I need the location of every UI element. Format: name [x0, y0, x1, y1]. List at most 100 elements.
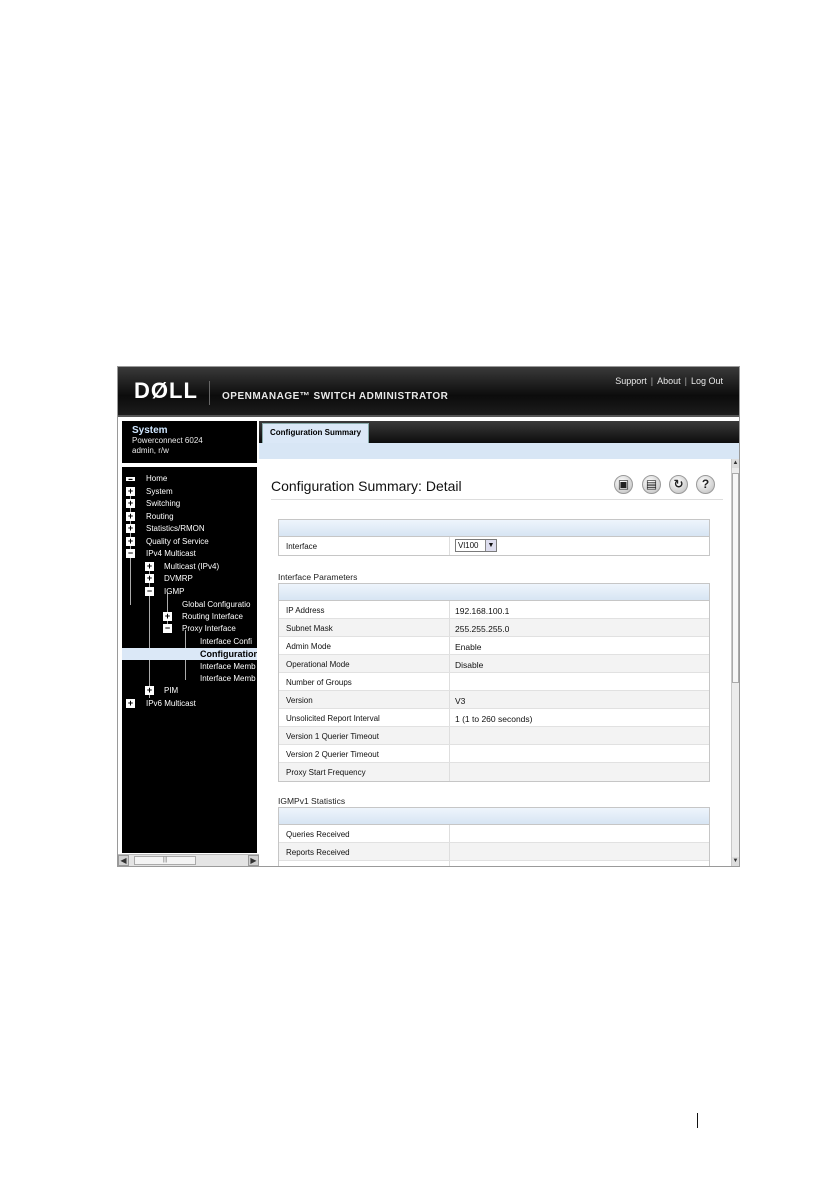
- scroll-thumb[interactable]: [732, 473, 739, 683]
- nav-interface-configuration[interactable]: Interface Confi: [200, 636, 252, 648]
- expand-icon[interactable]: +: [126, 524, 135, 533]
- help-icon[interactable]: ?: [696, 475, 715, 494]
- nav-statistics-rmon[interactable]: Statistics/RMON: [146, 523, 205, 535]
- table-header: [279, 808, 709, 825]
- igmpv1-statistics-table: Queries Received Reports Received: [278, 807, 710, 866]
- table-row: [279, 861, 709, 866]
- expand-icon[interactable]: +: [145, 686, 154, 695]
- expand-icon[interactable]: +: [126, 487, 135, 496]
- row-label: Reports Received: [286, 848, 350, 857]
- system-panel[interactable]: System Powerconnect 6024 admin, r/w: [122, 421, 257, 463]
- row-value: Enable: [455, 642, 482, 652]
- interface-select[interactable]: Vl100 ▼: [455, 539, 497, 552]
- about-link[interactable]: About: [657, 376, 681, 386]
- system-model: Powerconnect 6024: [132, 436, 203, 445]
- nav-igmp[interactable]: IGMP: [164, 586, 184, 598]
- scroll-up-icon[interactable]: ▲: [732, 459, 739, 468]
- tab-configuration-summary[interactable]: Configuration Summary: [262, 423, 370, 443]
- nav-home[interactable]: Home: [146, 473, 167, 485]
- support-link[interactable]: Support: [615, 376, 647, 386]
- header-banner: DØLL OPENMANAGE™ SWITCH ADMINISTRATOR Su…: [118, 367, 739, 417]
- nav-dvmrp[interactable]: DVMRP: [164, 573, 193, 585]
- table-header: [279, 584, 709, 601]
- scroll-right-icon[interactable]: ▶: [248, 855, 259, 866]
- save-icon[interactable]: ▣: [614, 475, 633, 494]
- link-separator: |: [684, 376, 687, 386]
- scroll-down-icon[interactable]: ▼: [732, 857, 739, 866]
- row-label: Proxy Start Frequency: [286, 768, 366, 777]
- collapse-icon[interactable]: −: [126, 549, 135, 558]
- title-divider: [271, 499, 723, 500]
- column-divider: [449, 843, 450, 860]
- logout-link[interactable]: Log Out: [691, 376, 723, 386]
- column-divider: [449, 763, 450, 781]
- content-vertical-scrollbar[interactable]: ▲ ▼: [731, 459, 739, 866]
- scroll-left-icon[interactable]: ◀: [118, 855, 129, 866]
- row-label: Admin Mode: [286, 642, 331, 651]
- row-label: Version: [286, 696, 313, 705]
- interface-select-value: Vl100: [458, 541, 479, 550]
- scroll-thumb[interactable]: |||: [134, 856, 196, 865]
- system-title[interactable]: System: [132, 425, 247, 436]
- row-label: Unsolicited Report Interval: [286, 714, 380, 723]
- column-divider: [449, 727, 450, 744]
- column-divider: [449, 861, 450, 866]
- nav-pim[interactable]: PIM: [164, 685, 178, 697]
- column-divider: [449, 655, 450, 672]
- collapse-icon[interactable]: −: [163, 624, 172, 633]
- interface-table: Interface Vl100 ▼: [278, 519, 710, 556]
- table-row: Interface Vl100 ▼: [279, 537, 709, 555]
- expand-icon[interactable]: +: [145, 562, 154, 571]
- collapse-icon[interactable]: −: [145, 587, 154, 596]
- nav-configuration-summary[interactable]: Configuration: [122, 648, 257, 660]
- nav-routing-interface[interactable]: Routing Interface: [182, 611, 243, 623]
- nav-interface-membership-detail[interactable]: Interface Memb: [200, 673, 256, 685]
- row-label: Operational Mode: [286, 660, 350, 669]
- section-title-interface-parameters: Interface Parameters: [278, 572, 358, 582]
- nav-quality-of-service[interactable]: Quality of Service: [146, 536, 209, 548]
- column-divider: [449, 709, 450, 726]
- nav-multicast-ipv4[interactable]: Multicast (IPv4): [164, 561, 219, 573]
- link-separator: |: [650, 376, 654, 386]
- expand-icon[interactable]: +: [126, 499, 135, 508]
- expand-icon[interactable]: +: [126, 537, 135, 546]
- row-label: Version 2 Querier Timeout: [286, 750, 379, 759]
- product-title: OPENMANAGE™ SWITCH ADMINISTRATOR: [222, 391, 449, 402]
- print-icon[interactable]: ▤: [642, 475, 661, 494]
- table-row: Unsolicited Report Interval 1 (1 to 260 s…: [279, 709, 709, 727]
- table-header: [279, 520, 709, 537]
- row-label: Queries Received: [286, 830, 350, 839]
- column-divider: [449, 691, 450, 708]
- interface-parameters-table: IP Address 192.168.100.1 Subnet Mask 255.2…: [278, 583, 710, 782]
- refresh-icon[interactable]: ↻: [669, 475, 688, 494]
- row-value: 255.255.255.0: [455, 624, 510, 634]
- navigation-tree: ▬ Home + System + Switching + Routing + …: [122, 467, 257, 853]
- tab-subbar: [259, 443, 739, 459]
- row-label: Number of Groups: [286, 678, 352, 687]
- nav-ipv4-multicast[interactable]: IPv4 Multicast: [146, 548, 196, 560]
- top-links: Support | About | Log Out: [615, 376, 723, 386]
- expand-icon[interactable]: +: [126, 699, 135, 708]
- nav-system[interactable]: System: [146, 486, 173, 498]
- nav-global-configuration[interactable]: Global Configuratio: [182, 599, 250, 611]
- table-row: Proxy Start Frequency: [279, 763, 709, 781]
- expand-icon[interactable]: +: [126, 512, 135, 521]
- table-row: Subnet Mask 255.255.255.0: [279, 619, 709, 637]
- nav-routing[interactable]: Routing: [146, 511, 174, 523]
- nav-switching[interactable]: Switching: [146, 498, 180, 510]
- expand-icon[interactable]: +: [145, 574, 154, 583]
- column-divider: [449, 637, 450, 654]
- table-row: Number of Groups: [279, 673, 709, 691]
- system-user: admin, r/w: [132, 446, 169, 455]
- chevron-down-icon[interactable]: ▼: [485, 540, 496, 551]
- table-row: IP Address 192.168.100.1: [279, 601, 709, 619]
- header-divider: [209, 381, 210, 405]
- row-value: V3: [455, 696, 466, 706]
- nav-ipv6-multicast[interactable]: IPv6 Multicast: [146, 698, 196, 710]
- nav-horizontal-scrollbar[interactable]: ◀ ||| ▶: [118, 854, 259, 866]
- nav-interface-membership[interactable]: Interface Memb: [200, 661, 256, 673]
- interface-label: Interface: [286, 542, 318, 551]
- nav-proxy-interface[interactable]: Proxy Interface: [182, 623, 236, 635]
- tab-strip: Configuration Summary: [259, 421, 739, 443]
- expand-icon[interactable]: +: [163, 612, 172, 621]
